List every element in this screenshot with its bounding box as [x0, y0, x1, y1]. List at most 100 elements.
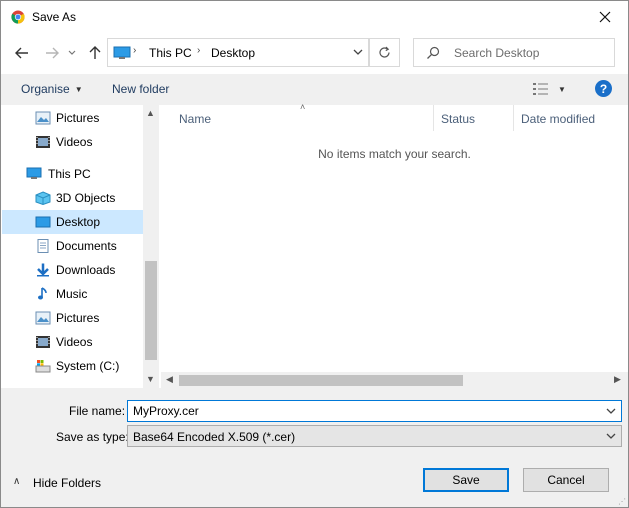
documents-icon — [37, 239, 49, 253]
cancel-button[interactable]: Cancel — [523, 468, 609, 492]
view-menu-caret-icon[interactable]: ▼ — [558, 85, 566, 94]
save-as-dialog: Save As › This PC › Desktop Search Deskt… — [0, 0, 629, 508]
nav-item-videos[interactable]: Videos — [2, 130, 143, 154]
downloads-icon — [37, 263, 49, 277]
file-name-input[interactable] — [133, 404, 593, 418]
music-icon — [38, 287, 47, 300]
save-as-type-select[interactable]: Base64 Encoded X.509 (*.cer) — [127, 425, 622, 447]
nav-item-label: Videos — [56, 335, 93, 349]
forward-button[interactable] — [41, 41, 63, 65]
column-date-label: Date modified — [521, 112, 596, 126]
save-button[interactable]: Save — [423, 468, 509, 492]
new-folder-button[interactable]: New folder — [112, 82, 169, 96]
save-form: File name: Save as type: Base64 Encoded … — [1, 388, 628, 507]
organise-button[interactable]: Organise ▼ — [21, 82, 83, 96]
nav-item-videos[interactable]: Videos — [2, 330, 143, 354]
breadcrumb-this-pc[interactable]: This PC — [149, 46, 192, 60]
address-dropdown-button[interactable] — [352, 45, 364, 62]
up-button[interactable] — [84, 41, 106, 65]
search-icon — [427, 46, 440, 59]
chevron-down-icon — [353, 49, 363, 55]
caret-down-icon: ▼ — [74, 85, 83, 94]
navigation-pane: Pictures Videos This PC 3D Objects Deskt… — [2, 105, 159, 388]
videos-icon — [36, 336, 50, 348]
title-bar: Save As — [1, 1, 628, 33]
scroll-up-icon[interactable]: ▲ — [146, 108, 155, 118]
sort-arrow-icon: ˄ — [300, 102, 306, 112]
desktop-icon — [35, 216, 51, 228]
nav-item-label: Pictures — [56, 311, 100, 325]
chevron-down-icon — [68, 50, 76, 55]
hide-folders-label: Hide Folders — [33, 476, 102, 490]
help-icon[interactable]: ? — [595, 80, 612, 97]
drive-icon — [35, 360, 51, 373]
nav-item-documents[interactable]: Documents — [2, 234, 143, 258]
nav-item-label: Pictures — [56, 111, 100, 125]
view-options-icon[interactable] — [532, 82, 550, 96]
pictures-icon — [35, 311, 51, 325]
back-button[interactable] — [11, 41, 33, 65]
chevron-down-icon[interactable] — [605, 405, 617, 417]
scrollbar-thumb[interactable] — [179, 375, 463, 386]
refresh-icon — [379, 46, 390, 58]
chevron-down-icon — [606, 433, 616, 439]
column-status-label: Status — [441, 112, 476, 126]
nav-item-pictures[interactable]: Pictures — [2, 106, 143, 130]
navigation-scrollbar[interactable]: ▲ ▼ — [143, 105, 159, 388]
nav-item-label: Videos — [56, 135, 93, 149]
window-title: Save As — [32, 10, 77, 24]
nav-item-label: 3D Objects — [56, 191, 116, 205]
close-icon — [599, 11, 611, 23]
nav-item-3d-objects[interactable]: 3D Objects — [2, 186, 143, 210]
chevron-right-icon: › — [197, 45, 201, 56]
nav-item-label: Documents — [56, 239, 117, 253]
file-list-scrollbar[interactable]: ◀ ▶ — [161, 372, 628, 388]
file-name-field[interactable] — [127, 400, 622, 422]
nav-item-music[interactable]: Music — [2, 282, 143, 306]
column-header-name[interactable]: ˄ Name — [161, 102, 433, 132]
nav-item-label: Downloads — [56, 263, 116, 277]
nav-item-system-drive[interactable]: System (C:) — [2, 354, 143, 378]
file-name-label: File name: — [69, 404, 126, 418]
computer-icon — [113, 46, 131, 59]
close-button[interactable] — [582, 1, 628, 33]
scrollbar-thumb[interactable] — [145, 261, 157, 360]
back-arrow-icon — [15, 47, 28, 59]
scroll-right-icon[interactable]: ▶ — [614, 374, 621, 385]
computer-icon — [26, 167, 42, 179]
refresh-button[interactable] — [369, 38, 400, 67]
search-placeholder: Search Desktop — [454, 46, 540, 60]
organise-label: Organise — [21, 82, 70, 96]
up-arrow-icon — [89, 46, 101, 59]
recent-locations-button[interactable] — [65, 41, 79, 65]
column-header-date-modified[interactable]: Date modified — [514, 105, 628, 132]
resize-grip-icon[interactable]: ⋰ — [618, 497, 626, 506]
3d-objects-icon — [35, 191, 51, 205]
file-list: ˄ Name Status Date modified No items mat… — [161, 102, 628, 388]
nav-item-this-pc[interactable]: This PC — [2, 162, 143, 186]
nav-item-label: This PC — [48, 167, 91, 181]
chevron-right-icon: › — [133, 45, 137, 56]
save-as-type-label: Save as type: — [56, 430, 129, 444]
nav-item-label: Music — [56, 287, 88, 301]
scroll-down-icon[interactable]: ▼ — [146, 374, 155, 384]
empty-message: No items match your search. — [318, 147, 471, 161]
column-header-status[interactable]: Status — [434, 105, 514, 132]
pictures-icon — [35, 111, 51, 125]
chrome-icon — [11, 10, 25, 24]
nav-item-downloads[interactable]: Downloads — [2, 258, 143, 282]
column-name-label: Name — [179, 112, 212, 126]
chevron-up-icon: ∧ — [13, 476, 21, 487]
toolbar: Organise ▼ New folder ▼ ? — [1, 74, 628, 105]
scroll-left-icon[interactable]: ◀ — [166, 374, 173, 385]
nav-item-pictures[interactable]: Pictures — [2, 306, 143, 330]
nav-item-label: Desktop — [56, 215, 101, 229]
videos-icon — [36, 136, 50, 148]
nav-item-label: System (C:) — [56, 359, 120, 373]
nav-item-desktop[interactable]: Desktop — [2, 210, 143, 234]
address-bar[interactable]: › This PC › Desktop — [107, 38, 369, 67]
search-box[interactable]: Search Desktop — [413, 38, 615, 67]
save-as-type-value: Base64 Encoded X.509 (*.cer) — [133, 430, 296, 444]
breadcrumb-desktop[interactable]: Desktop — [211, 46, 255, 60]
forward-arrow-icon — [46, 47, 59, 59]
